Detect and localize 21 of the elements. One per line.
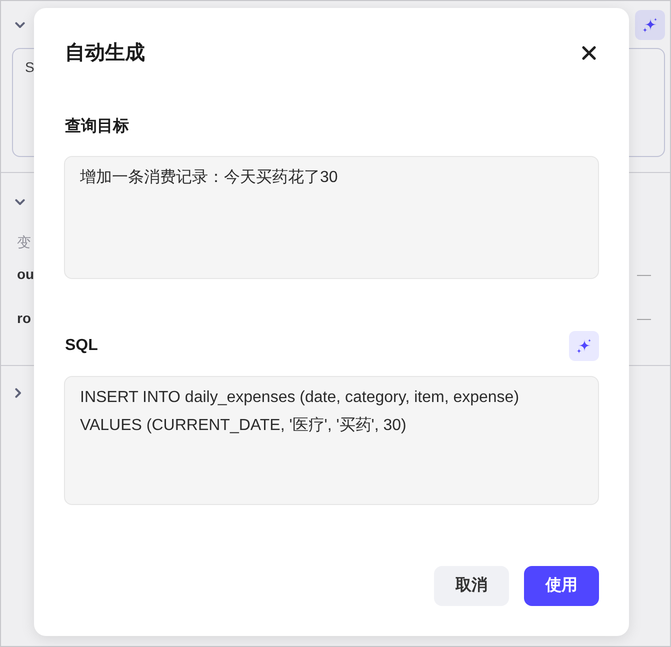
row-label: ou <box>17 264 34 284</box>
dialog-title: 自动生成 <box>65 41 145 66</box>
text-area-field[interactable]: INSERT INTO daily_expenses (date, category, item, expense) VALUES (CURRENT_DATE, '医疗', '买药', 30) <box>64 376 599 505</box>
row-value: — <box>637 264 651 284</box>
cancel-button[interactable]: 取消 <box>434 566 509 606</box>
generate-button[interactable] <box>569 331 599 361</box>
generate-button[interactable] <box>635 10 665 40</box>
sparkle-icon <box>576 338 592 354</box>
chevron-down-icon[interactable] <box>15 22 25 28</box>
field-text: S <box>25 59 34 75</box>
field-label: 查询目标 <box>65 116 129 137</box>
chevron-right-icon[interactable] <box>15 388 22 398</box>
row-label: ro <box>17 308 31 328</box>
text-area-field[interactable]: 增加一条消费记录：今天买药花了30 <box>64 156 599 279</box>
section-label: 变 <box>17 234 31 250</box>
field-label: SQL <box>65 336 98 356</box>
close-icon[interactable] <box>582 46 596 60</box>
confirm-button[interactable]: 使用 <box>524 566 599 606</box>
sparkle-icon <box>642 17 658 33</box>
row-value: — <box>637 308 651 328</box>
chevron-down-icon[interactable] <box>15 198 25 206</box>
